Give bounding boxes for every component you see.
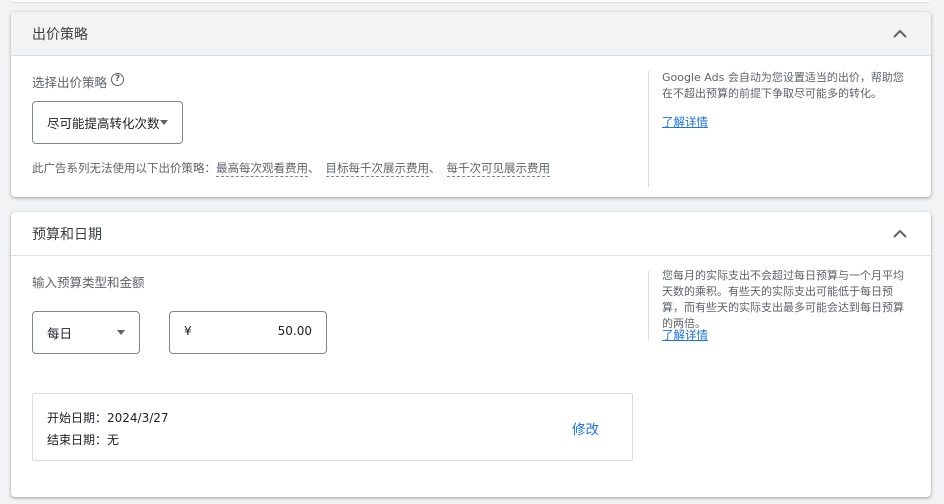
budget-input-label: 输入预算类型和金额 [32, 275, 145, 290]
bidding-card-title: 出价策略 [32, 26, 88, 43]
unavailable-strategy-cpv[interactable]: 最高每次观看费用 [216, 161, 308, 177]
bidding-side-text: Google Ads 会自动为您设置适当的出价，帮助您在不超出预算的前提下争取尽… [662, 71, 904, 100]
unavailable-strategy-vcpm[interactable]: 每千次可见展示费用 [446, 161, 550, 177]
budget-side-text: 您每月的实际支出不会超过每日预算与一个月平均天数的乘积。有些天的实际支出可能低于… [662, 269, 904, 330]
caret-down-icon [160, 120, 168, 125]
choose-strategy-label: 选择出价策略 [32, 75, 108, 90]
budget-learn-more-link[interactable]: 了解详情 [662, 327, 708, 343]
unavailable-strategies-note: 此广告系列无法使用以下出价策略：最高每次观看费用、 目标每千次展示费用、 每千次可见… [32, 160, 550, 177]
budget-type-value: 每日 [47, 326, 73, 341]
separator: 、 [429, 161, 441, 175]
unavailable-strategy-tcpm[interactable]: 目标每千次展示费用 [325, 161, 429, 177]
end-date-label: 结束日期： [47, 433, 108, 447]
bidding-card: 出价策略 选择出价策略 ? 尽可能提高转化次数 此广告系列无法使用以下出价策略：… [11, 12, 931, 197]
budget-type-select[interactable]: 每日 [32, 311, 140, 354]
start-date-label: 开始日期： [47, 411, 108, 425]
side-divider [648, 71, 649, 187]
budget-card-header[interactable]: 预算和日期 [11, 212, 931, 256]
bidding-strategy-value: 尽可能提高转化次数 [47, 116, 160, 131]
side-divider [648, 271, 649, 341]
budget-amount-input[interactable]: ¥ 50.00 [169, 311, 327, 354]
edit-dates-button[interactable]: 修改 [572, 418, 599, 438]
bidding-card-header[interactable]: 出价策略 [11, 12, 931, 56]
chevron-up-icon[interactable] [888, 222, 912, 246]
budget-card-title: 预算和日期 [32, 226, 102, 243]
bidding-strategy-select[interactable]: 尽可能提高转化次数 [32, 101, 183, 144]
help-circle-icon[interactable]: ? [111, 73, 124, 86]
currency-symbol: ¥ [184, 324, 192, 338]
separator: 、 [308, 161, 320, 175]
budget-card: 预算和日期 输入预算类型和金额 每日 ¥ 50.00 您每月的实际支出不会超过每… [11, 212, 931, 497]
previous-card-edge [11, 0, 931, 3]
end-date-row: 结束日期：无 [47, 431, 119, 448]
dates-panel: 开始日期：2024/3/27 结束日期：无 修改 [32, 393, 633, 461]
start-date-value: 2024/3/27 [107, 411, 169, 425]
start-date-row: 开始日期：2024/3/27 [47, 409, 169, 426]
unavailable-prefix: 此广告系列无法使用以下出价策略： [32, 161, 216, 175]
budget-amount-value: 50.00 [277, 324, 312, 338]
chevron-up-icon[interactable] [888, 22, 912, 46]
caret-down-icon [117, 330, 125, 335]
bidding-learn-more-link[interactable]: 了解详情 [662, 114, 708, 130]
end-date-value: 无 [107, 433, 120, 447]
